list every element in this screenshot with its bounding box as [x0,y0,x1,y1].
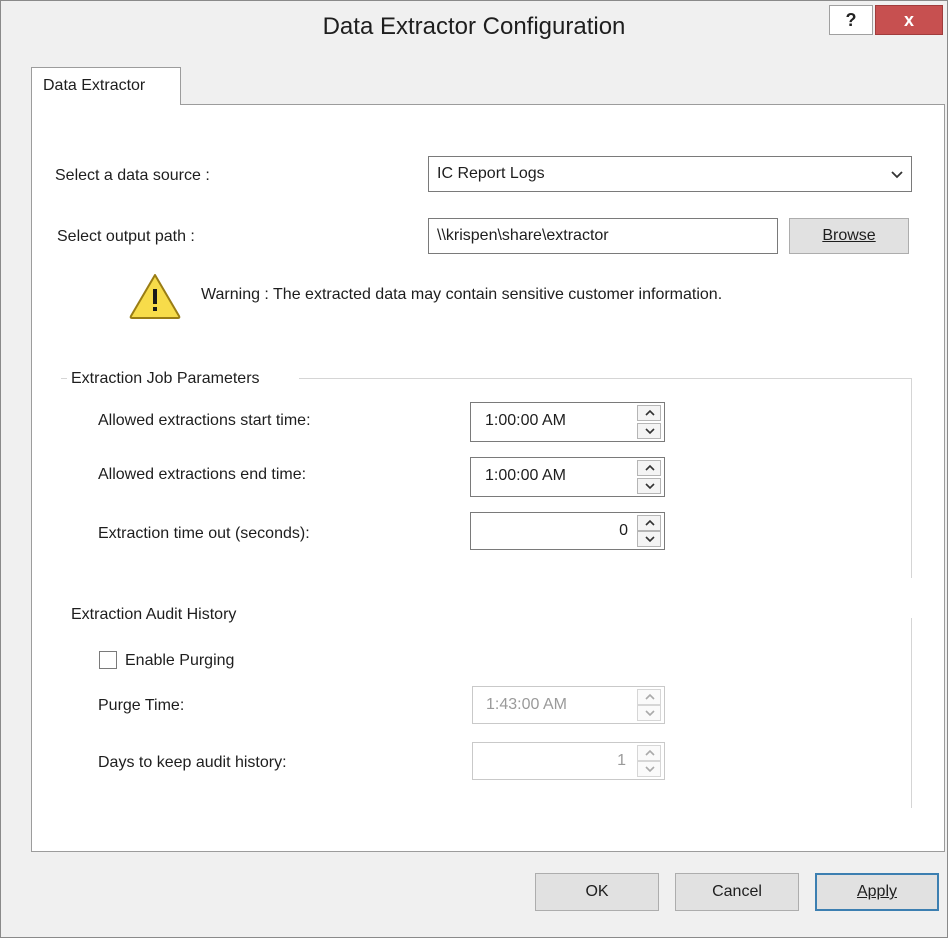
spin-buttons [637,514,663,548]
spin-down-icon[interactable] [637,478,661,494]
data-source-value: IC Report Logs [437,165,545,182]
job-params-title: Extraction Job Parameters [71,370,260,387]
spin-buttons [637,744,663,778]
spin-down-icon [637,761,661,777]
ok-button[interactable]: OK [535,873,659,911]
days-label: Days to keep audit history: [98,754,287,771]
spin-buttons [637,459,663,495]
spin-up-icon[interactable] [637,405,661,421]
enable-purging-label: Enable Purging [125,652,235,669]
days-value: 1 [617,752,626,769]
enable-purging-checkbox[interactable] [99,651,117,669]
spin-buttons [637,688,663,722]
end-time-value: 1:00:00 AM [485,467,566,484]
audit-title: Extraction Audit History [71,606,237,623]
help-button[interactable]: ? [829,5,873,35]
purge-time-label: Purge Time: [98,697,185,714]
group-border-right [911,378,912,578]
output-path-input[interactable]: \\krispen\share\extractor [428,218,778,254]
close-button[interactable]: x [875,5,943,35]
tab-label: Data Extractor [43,77,146,94]
group-border-top-left [61,378,67,379]
chevron-down-icon [891,171,903,179]
timeout-spinner[interactable]: 0 [470,512,665,550]
timeout-value: 0 [619,522,628,539]
spin-down-icon[interactable] [637,531,661,547]
output-path-label: Select output path : [57,228,195,245]
spin-up-icon [637,745,661,761]
browse-button[interactable]: Browse [789,218,909,254]
tab-data-extractor[interactable]: Data Extractor [31,67,181,105]
group-border-top-right [299,378,911,379]
end-time-label: Allowed extractions end time: [98,466,307,483]
warning-icon [129,274,181,319]
group-border-right [911,618,912,808]
browse-label: Browse [822,227,876,244]
purge-time-spinner: 1:43:00 AM [472,686,665,724]
apply-button[interactable]: Apply [815,873,939,911]
spin-down-icon[interactable] [637,423,661,439]
start-time-spinner[interactable]: 1:00:00 AM [470,402,665,442]
purge-time-value: 1:43:00 AM [486,696,567,713]
spin-up-icon[interactable] [637,460,661,476]
start-time-label: Allowed extractions start time: [98,412,311,429]
data-source-label: Select a data source : [55,167,210,184]
dialog-window: Data Extractor Configuration ? x Data Ex… [0,0,948,938]
end-time-spinner[interactable]: 1:00:00 AM [470,457,665,497]
apply-label: Apply [856,883,898,900]
title-bar: Data Extractor Configuration ? x [1,1,947,59]
spin-up-icon[interactable] [637,515,661,531]
spin-down-icon [637,705,661,721]
warning-text: Warning : The extracted data may contain… [201,286,723,303]
days-spinner: 1 [472,742,665,780]
cancel-button[interactable]: Cancel [675,873,799,911]
spin-up-icon [637,689,661,705]
output-path-value: \\krispen\share\extractor [437,227,609,244]
spin-buttons [637,404,663,440]
timeout-label: Extraction time out (seconds): [98,525,310,542]
window-title: Data Extractor Configuration [322,13,626,40]
data-source-dropdown[interactable]: IC Report Logs [428,156,912,192]
start-time-value: 1:00:00 AM [485,412,566,429]
